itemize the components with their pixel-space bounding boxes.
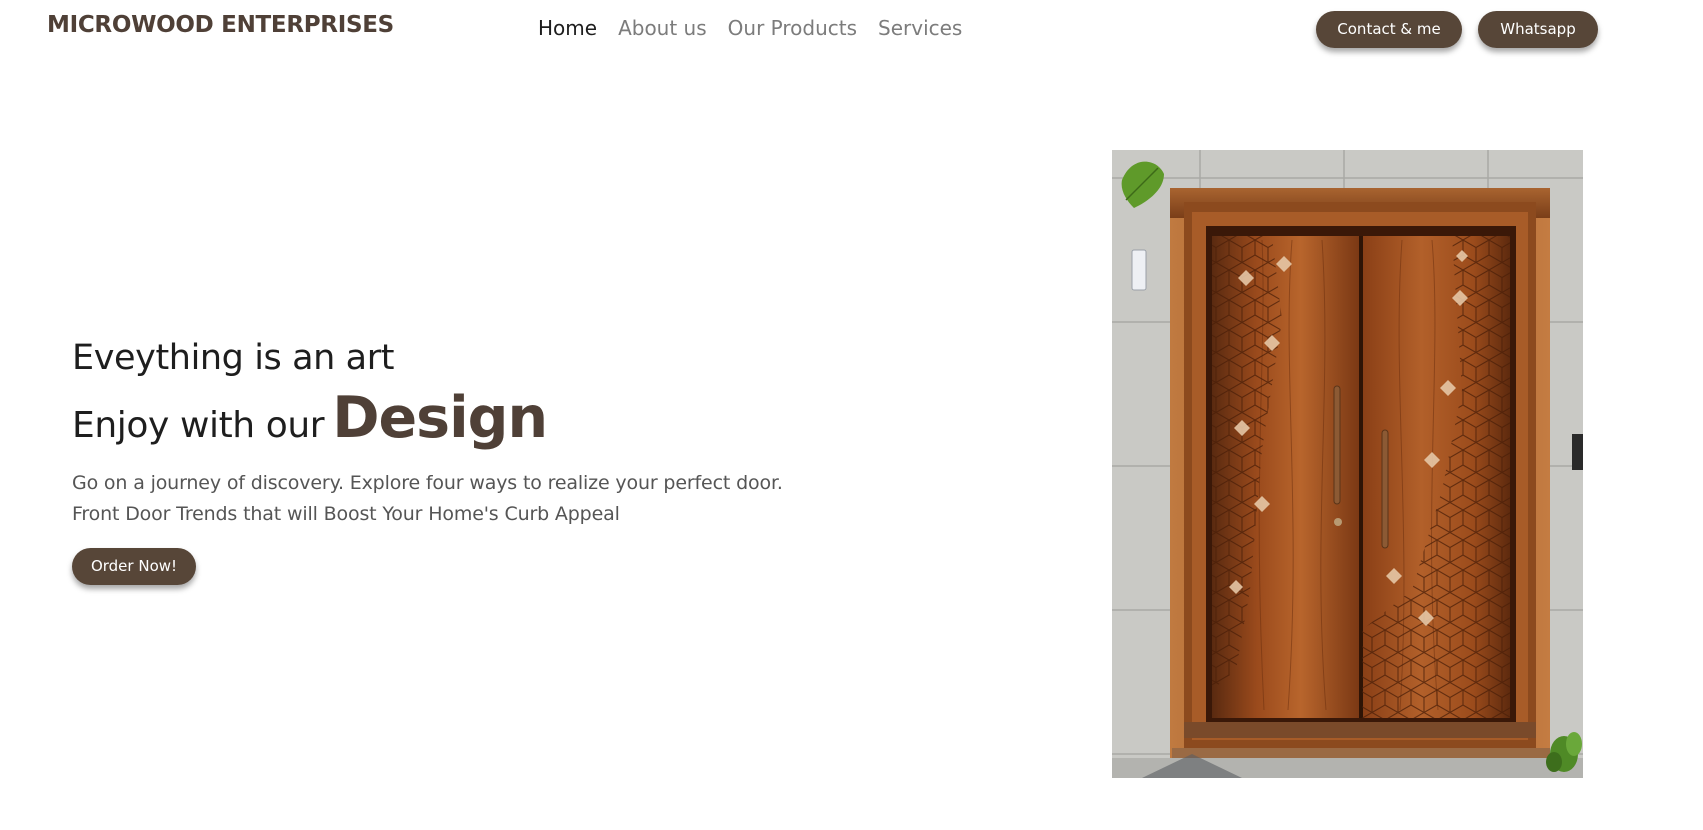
hero-headline: Enjoy with our Design	[72, 385, 548, 451]
nav-link-services[interactable]: Services	[878, 16, 962, 40]
brand-logo-text[interactable]: MICROWOOD ENTERPRISES	[47, 12, 394, 38]
hero-description-line-1: Go on a journey of discovery. Explore fo…	[72, 472, 783, 494]
hero-description: Go on a journey of discovery. Explore fo…	[72, 468, 783, 530]
hero-tagline: Eveything is an art	[72, 338, 395, 378]
nav-link-about-us[interactable]: About us	[618, 16, 707, 40]
main-nav: Home About us Our Products Services	[538, 16, 962, 40]
contact-button[interactable]: Contact & me	[1316, 11, 1462, 48]
hero-headline-prefix: Enjoy with our	[72, 405, 325, 446]
nav-link-home[interactable]: Home	[538, 16, 597, 40]
whatsapp-button[interactable]: Whatsapp	[1478, 11, 1598, 48]
order-now-button[interactable]: Order Now!	[72, 548, 196, 585]
nav-link-our-products[interactable]: Our Products	[728, 16, 857, 40]
hero-description-line-2: Front Door Trends that will Boost Your H…	[72, 503, 620, 525]
door-photo	[1112, 150, 1583, 778]
hero-headline-emphasis: Design	[332, 385, 548, 451]
